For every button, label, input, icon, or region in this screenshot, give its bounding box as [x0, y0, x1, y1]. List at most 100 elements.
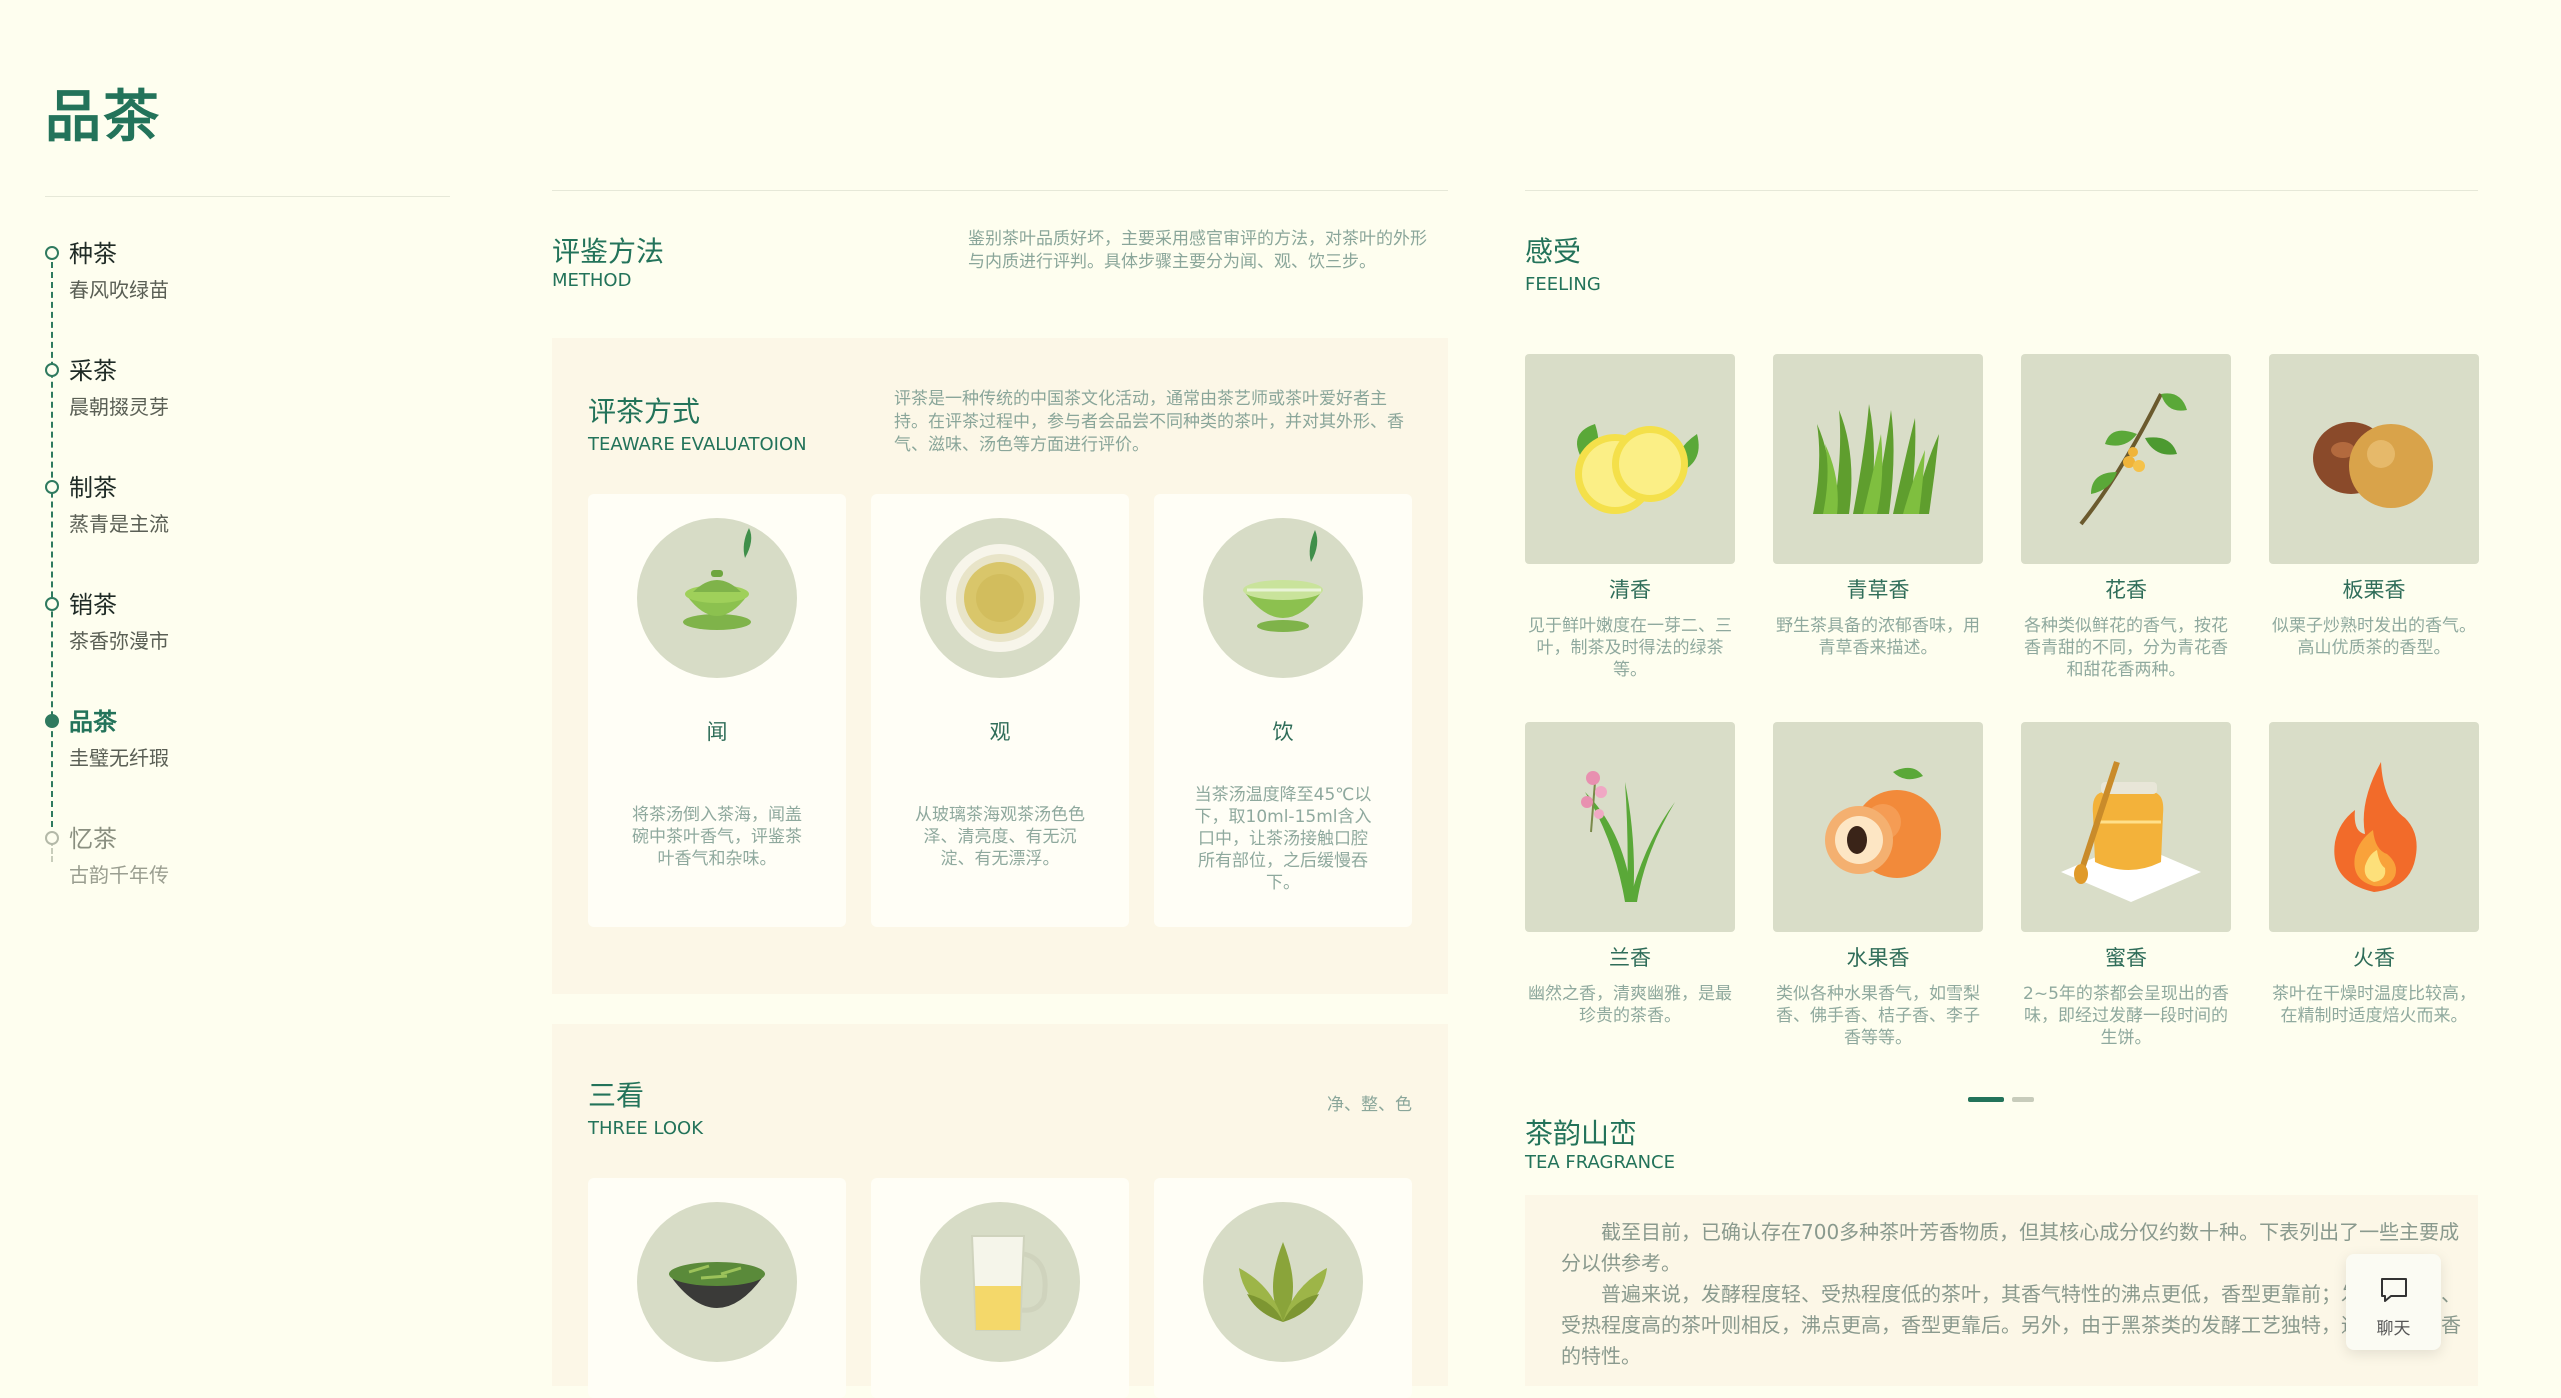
fragrance-title: 茶韵山峦 — [1525, 1117, 1638, 1150]
fragrance-text: 截至目前，已确认存在700多种茶叶芳香物质，但其核心成分仅约数十种。下表列出了一… — [1561, 1217, 2461, 1372]
feeling-tile-qingxiang[interactable] — [1525, 354, 1735, 564]
feeling-title: 感受 — [1525, 235, 1582, 268]
evaluation-card-yin[interactable]: 饮 当茶汤温度降至45℃以下，取10ml-15ml含入口中，让茶汤接触口腔所有部… — [1154, 494, 1412, 927]
feeling-description: 见于鲜叶嫩度在一芽二、三叶，制茶及时得法的绿茶等。 — [1528, 616, 1732, 680]
divider — [552, 190, 1448, 191]
three-look-panel: 三看 THREE LOOK 净、整、色 — [552, 1024, 1448, 1398]
method-title: 评鉴方法 — [552, 235, 665, 268]
feeling-description: 各种类似鲜花的香气，按花香青甜的不同，分为青花香和甜花香两种。 — [2024, 616, 2228, 680]
fragrance-paragraph: 截至目前，已确认存在700多种茶叶芳香物质，但其核心成分仅约数十种。下表列出了一… — [1561, 1220, 2460, 1275]
feeling-description: 幽然之香，清爽幽雅，是最珍贵的茶香。 — [1528, 984, 1732, 1026]
nav-dot-icon — [45, 246, 59, 260]
orchid-icon — [1581, 771, 1675, 902]
nav-item-subtitle: 蒸青是主流 — [69, 512, 169, 536]
nav-item-zhongcha[interactable]: 种茶 春风吹绿苗 — [45, 230, 405, 330]
feeling-description: 2~5年的茶都会呈现出的香味，即经过发酵一段时间的生饼。 — [2023, 984, 2229, 1048]
feeling-name: 蜜香 — [2105, 946, 2147, 970]
nav-item-subtitle: 春风吹绿苗 — [69, 278, 169, 302]
lemon-icon — [1575, 424, 1699, 514]
card-description: 将茶汤倒入茶海，闻盖碗中茶叶香气，评鉴茶叶香气和杂味。 — [632, 805, 802, 869]
tea-leaf-bowl-icon — [637, 1202, 797, 1362]
evaluation-description: 评茶是一种传统的中国茶文化活动，通常由茶艺师或茶叶爱好者主持。在评茶过程中，参与… — [894, 389, 1404, 455]
divider — [1525, 190, 2478, 191]
evaluation-card-wen[interactable]: 闻 将茶汤倒入茶海，闻盖碗中茶叶香气，评鉴茶叶香气和杂味。 — [588, 494, 846, 927]
chat-label: 聊天 — [2376, 1319, 2411, 1339]
evaluation-panel: 评茶方式 TEAWARE EVALUATOION 评茶是一种传统的中国茶文化活动… — [552, 338, 1448, 994]
nav-item-subtitle: 圭璧无纤瑕 — [69, 746, 169, 770]
method-subtitle: METHOD — [552, 270, 632, 291]
feeling-name: 花香 — [2105, 578, 2147, 602]
feeling-tile-mixiang[interactable] — [2021, 722, 2231, 932]
nav-item-title: 忆茶 — [69, 825, 117, 853]
method-description: 鉴别茶叶品质好坏，主要采用感官审评的方法，对茶叶的外形与内质进行评判。具体步骤主… — [968, 229, 1427, 272]
nav-dot-active-icon — [45, 714, 59, 728]
tea-cup-top-icon — [920, 518, 1080, 678]
evaluation-subtitle: TEAWARE EVALUATOION — [588, 434, 807, 455]
nav-item-title: 品茶 — [69, 708, 117, 736]
evaluation-card-guan[interactable]: 观 从玻璃茶海观茶汤色色泽、清亮度、有无沉淀、有无漂浮。 — [871, 494, 1129, 927]
three-look-card-2[interactable] — [871, 1178, 1129, 1398]
chat-bubble-icon — [2381, 1278, 2407, 1302]
honey-jar-icon — [2061, 761, 2201, 902]
feeling-description: 类似各种水果香气，如雪梨香、佛手香、桔子香、李子香等等。 — [1776, 984, 1980, 1048]
glass-pitcher-icon — [920, 1202, 1080, 1362]
feeling-tile-banlixiang[interactable] — [2269, 354, 2479, 564]
card-title: 闻 — [706, 720, 728, 744]
feeling-tile-shuiguoxiang[interactable] — [1773, 722, 1983, 932]
feeling-name: 兰香 — [1609, 946, 1651, 970]
three-look-title: 三看 — [588, 1079, 645, 1112]
tea-leaves-icon — [1203, 1202, 1363, 1362]
feeling-description: 野生茶具备的浓郁香味，用青草香来描述。 — [1776, 616, 1980, 658]
nav-item-subtitle: 茶香弥漫市 — [69, 629, 169, 653]
card-title: 饮 — [1272, 720, 1294, 744]
nav-item-caicha[interactable]: 采茶 晨朝掇灵芽 — [45, 347, 405, 447]
three-look-card-3[interactable] — [1154, 1178, 1412, 1398]
card-description: 当茶汤温度降至45℃以下，取10ml-15ml含入口中，让茶汤接触口腔所有部位，… — [1194, 785, 1372, 893]
nav-item-pincha[interactable]: 品茶 圭璧无纤瑕 — [45, 698, 405, 798]
card-description: 从玻璃茶海观茶汤色色泽、清亮度、有无沉淀、有无漂浮。 — [915, 805, 1085, 869]
feeling-tile-huoxiang[interactable] — [2269, 722, 2479, 932]
nav-item-title: 销茶 — [69, 591, 117, 619]
gaiwan-icon — [637, 518, 797, 678]
evaluation-title: 评茶方式 — [588, 395, 701, 428]
nav-item-zhicha[interactable]: 制茶 蒸青是主流 — [45, 464, 405, 564]
nav-dot-icon — [45, 831, 59, 845]
three-look-subtitle: THREE LOOK — [588, 1118, 704, 1139]
feeling-tile-qingcaoxiang[interactable] — [1773, 354, 1983, 564]
divider — [45, 196, 450, 197]
three-look-tag: 净、整、色 — [1327, 1095, 1412, 1115]
feeling-name: 火香 — [2353, 946, 2395, 970]
peach-icon — [1825, 767, 1941, 878]
page-title: 品茶 — [45, 85, 161, 150]
feeling-name: 清香 — [1609, 578, 1651, 602]
tea-bowl-icon — [1203, 518, 1363, 678]
feeling-name: 青草香 — [1846, 578, 1910, 602]
flower-branch-icon — [2079, 393, 2187, 526]
chestnut-icon — [2313, 422, 2433, 508]
nav-item-title: 采茶 — [69, 357, 117, 385]
feeling-subtitle: FEELING — [1525, 274, 1601, 295]
nav-dot-icon — [45, 597, 59, 611]
feeling-name: 水果香 — [1846, 946, 1910, 970]
carousel-dot-active[interactable] — [1968, 1097, 2004, 1102]
fragrance-paragraph: 普遍来说，发酵程度轻、受热程度低的茶叶，其香气特性的沸点更低，香型更靠前；发酵程… — [1561, 1282, 2461, 1368]
feeling-description: 似栗子炒熟时发出的香气。高山优质茶的香型。 — [2272, 616, 2476, 658]
fragrance-subtitle: TEA FRAGRANCE — [1525, 1152, 1675, 1173]
nav-item-title: 制茶 — [69, 474, 117, 502]
chat-button[interactable]: 聊天 — [2346, 1254, 2441, 1350]
flame-icon — [2334, 762, 2417, 892]
grass-icon — [1813, 404, 1939, 514]
feeling-description: 茶叶在干燥时温度比较高，在精制时适度焙火而来。 — [2272, 984, 2476, 1026]
feeling-name: 板栗香 — [2342, 578, 2406, 602]
nav-dot-icon — [45, 480, 59, 494]
nav-item-subtitle: 古韵千年传 — [69, 863, 169, 887]
carousel-dot[interactable] — [2012, 1097, 2034, 1102]
nav-item-title: 种茶 — [69, 240, 117, 268]
three-look-card-1[interactable] — [588, 1178, 846, 1398]
feeling-tile-lanxiang[interactable] — [1525, 722, 1735, 932]
nav-item-yicha[interactable]: 忆茶 古韵千年传 — [45, 815, 405, 915]
nav-item-xiaocha[interactable]: 销茶 茶香弥漫市 — [45, 581, 405, 681]
feeling-tile-huaxiang[interactable] — [2021, 354, 2231, 564]
card-title: 观 — [989, 720, 1011, 744]
fragrance-panel: 截至目前，已确认存在700多种茶叶芳香物质，但其核心成分仅约数十种。下表列出了一… — [1525, 1195, 2478, 1386]
